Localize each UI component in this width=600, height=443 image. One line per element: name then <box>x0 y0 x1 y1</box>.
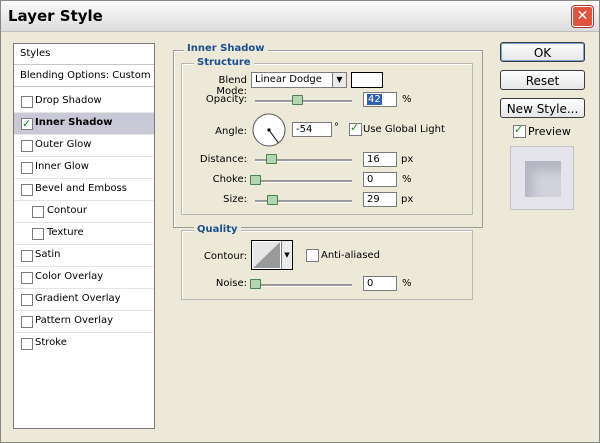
checkmark-icon: ✓ <box>514 123 524 136</box>
window-title: Layer Style <box>8 7 103 25</box>
inner-glow-checkbox[interactable] <box>21 162 33 174</box>
preview-shape <box>525 161 561 197</box>
size-label: Size: <box>223 194 247 205</box>
anti-aliased-checkbox[interactable] <box>306 249 319 262</box>
texture-checkbox[interactable] <box>32 228 44 240</box>
shadow-color-swatch[interactable] <box>351 72 383 88</box>
contour-preview-icon <box>253 242 280 268</box>
opacity-label: Opacity: <box>205 94 247 105</box>
sidebar-item-outer-glow[interactable]: Outer Glow <box>14 135 154 157</box>
preview-checkbox[interactable]: ✓ <box>513 123 526 138</box>
sidebar-item-inner-shadow[interactable]: ✓ Inner Shadow <box>14 113 154 135</box>
sidebar-item-gradient-overlay[interactable]: Gradient Overlay <box>14 289 154 311</box>
layer-style-dialog: Layer Style ✕ Styles Blending Options: C… <box>0 0 600 443</box>
contour-label: Contour: <box>203 251 247 262</box>
close-icon[interactable]: ✕ <box>572 6 593 27</box>
title-bar: Layer Style ✕ <box>1 1 599 32</box>
gradient-overlay-checkbox[interactable] <box>21 294 33 306</box>
choke-slider[interactable] <box>255 180 352 183</box>
opacity-slider[interactable] <box>255 100 352 103</box>
chevron-down-icon[interactable]: ▼ <box>332 73 346 87</box>
new-style-button[interactable]: New Style... <box>500 98 585 118</box>
sidebar-header-styles[interactable]: Styles <box>14 44 154 65</box>
reset-button[interactable]: Reset <box>500 70 585 90</box>
choke-input[interactable]: 0 <box>363 172 397 187</box>
checkmark-icon: ✓ <box>22 117 32 130</box>
choke-label: Choke: <box>212 174 247 185</box>
drop-shadow-checkbox[interactable] <box>21 96 33 108</box>
distance-slider-thumb[interactable] <box>266 154 277 164</box>
preview-thumbnail <box>510 146 574 210</box>
choke-slider-thumb[interactable] <box>250 175 261 185</box>
noise-slider-thumb[interactable] <box>250 279 261 289</box>
contour-picker[interactable]: ▼ <box>251 240 293 270</box>
preview-label: Preview <box>528 125 571 138</box>
size-slider-thumb[interactable] <box>267 195 278 205</box>
checkmark-icon: ✓ <box>350 121 360 134</box>
sidebar-item-bevel-emboss[interactable]: Bevel and Emboss <box>14 179 154 201</box>
outer-glow-checkbox[interactable] <box>21 140 33 152</box>
inner-shadow-title: Inner Shadow <box>184 43 268 54</box>
opacity-slider-thumb[interactable] <box>292 95 303 105</box>
blend-mode-select[interactable]: Linear Dodge ▼ <box>251 72 347 88</box>
distance-label: Distance: <box>199 154 247 165</box>
quality-group <box>181 230 473 300</box>
sidebar-blending-options[interactable]: Blending Options: Custom <box>14 66 154 87</box>
bevel-emboss-checkbox[interactable] <box>21 184 33 196</box>
sidebar-item-inner-glow[interactable]: Inner Glow <box>14 157 154 179</box>
sidebar-item-texture[interactable]: Texture <box>14 223 154 245</box>
distance-unit: px <box>401 154 414 165</box>
angle-input[interactable]: -54 <box>292 122 332 137</box>
anti-aliased-label: Anti-aliased <box>321 250 381 261</box>
chevron-down-icon[interactable]: ▼ <box>281 241 292 269</box>
opacity-input[interactable]: 42 <box>363 92 397 107</box>
sidebar-item-drop-shadow[interactable]: Drop Shadow <box>14 91 154 113</box>
ok-button[interactable]: OK <box>500 42 585 62</box>
pattern-overlay-checkbox[interactable] <box>21 316 33 328</box>
sidebar-item-satin[interactable]: Satin <box>14 245 154 267</box>
use-global-light-checkbox[interactable]: ✓ <box>349 121 362 136</box>
styles-list: Styles Blending Options: Custom Drop Sha… <box>13 43 155 429</box>
noise-label: Noise: <box>215 278 247 289</box>
satin-checkbox[interactable] <box>21 250 33 262</box>
structure-title: Structure <box>194 57 254 68</box>
size-unit: px <box>401 194 414 205</box>
angle-dial[interactable] <box>251 112 287 148</box>
choke-unit: % <box>402 174 412 185</box>
sidebar-item-contour[interactable]: Contour <box>14 201 154 223</box>
angle-unit: ° <box>334 122 339 133</box>
color-overlay-checkbox[interactable] <box>21 272 33 284</box>
contour-checkbox[interactable] <box>32 206 44 218</box>
distance-input[interactable]: 16 <box>363 152 397 167</box>
stroke-checkbox[interactable] <box>21 338 33 350</box>
inner-shadow-checkbox[interactable]: ✓ <box>21 117 33 130</box>
sidebar-item-color-overlay[interactable]: Color Overlay <box>14 267 154 289</box>
size-input[interactable]: 29 <box>363 192 397 207</box>
noise-unit: % <box>402 278 412 289</box>
angle-label: Angle: <box>215 126 247 137</box>
sidebar-item-stroke[interactable]: Stroke <box>14 333 154 354</box>
sidebar-item-pattern-overlay[interactable]: Pattern Overlay <box>14 311 154 333</box>
noise-input[interactable]: 0 <box>363 276 397 291</box>
noise-slider[interactable] <box>255 284 352 287</box>
opacity-unit: % <box>402 94 412 105</box>
quality-title: Quality <box>194 224 241 235</box>
use-global-light-label: Use Global Light <box>363 124 445 135</box>
